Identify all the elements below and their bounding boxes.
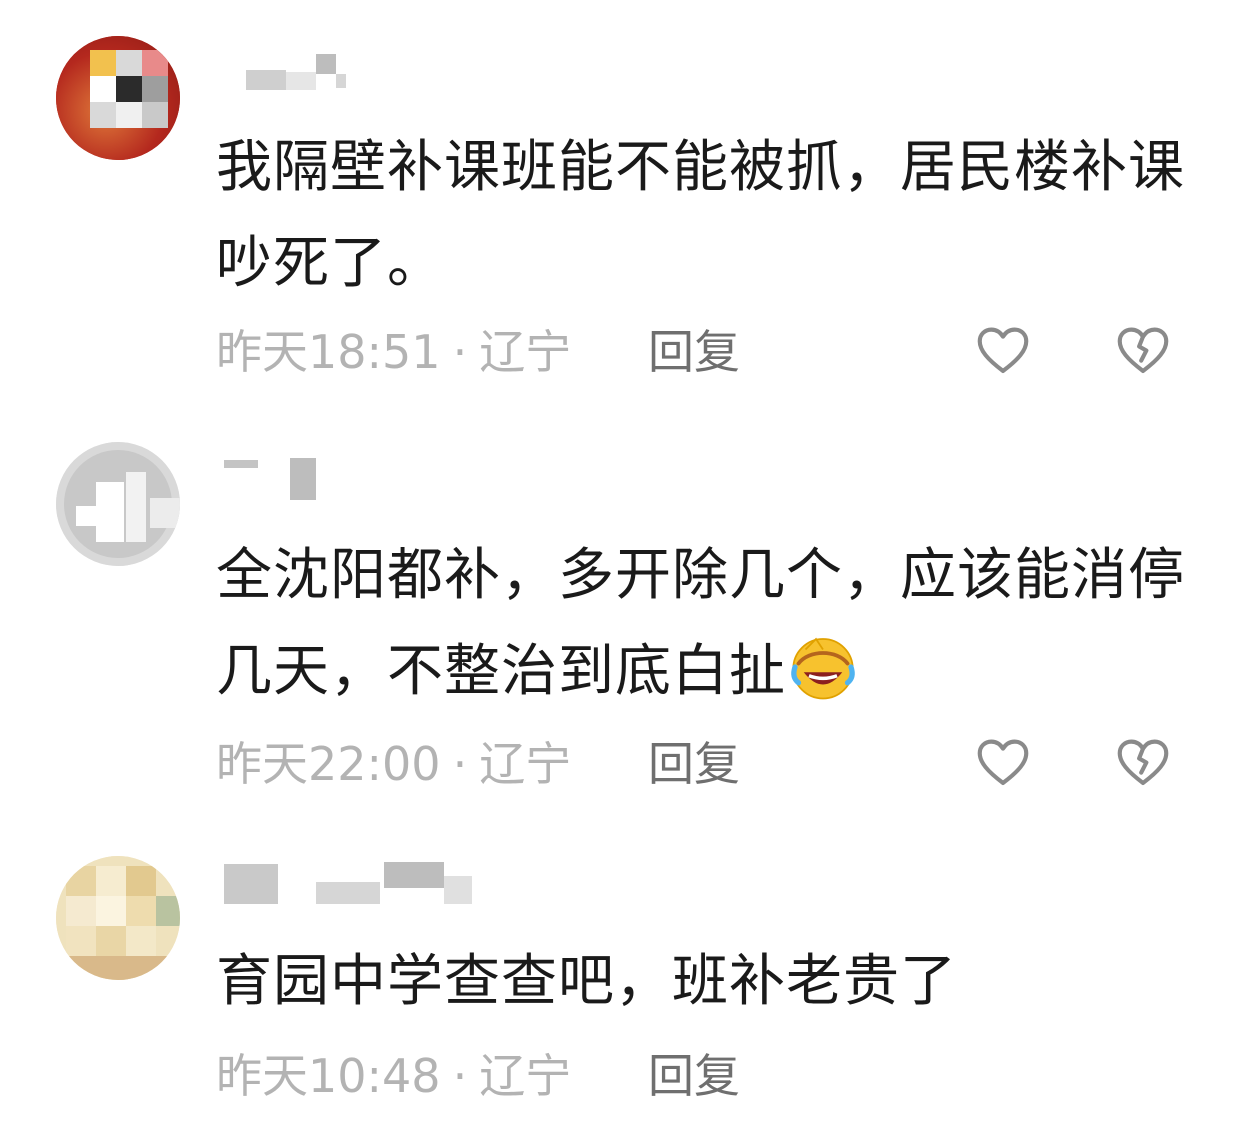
username-blurred[interactable] [216,862,496,904]
meta-separator: · [452,1049,468,1103]
comment-item: 育园中学查查吧，班补老贵了 昨天10:48 · 辽宁 回复 [0,0,1238,1126]
comment-location: 辽宁 [479,1049,572,1103]
avatar[interactable] [56,856,180,980]
comment-text: 育园中学查查吧，班补老贵了 [216,949,957,1014]
comment-time: 昨天10:48 [216,1049,441,1103]
reply-button[interactable]: 回复 [648,1046,740,1106]
comment-meta: 昨天10:48 · 辽宁 [216,1046,571,1106]
